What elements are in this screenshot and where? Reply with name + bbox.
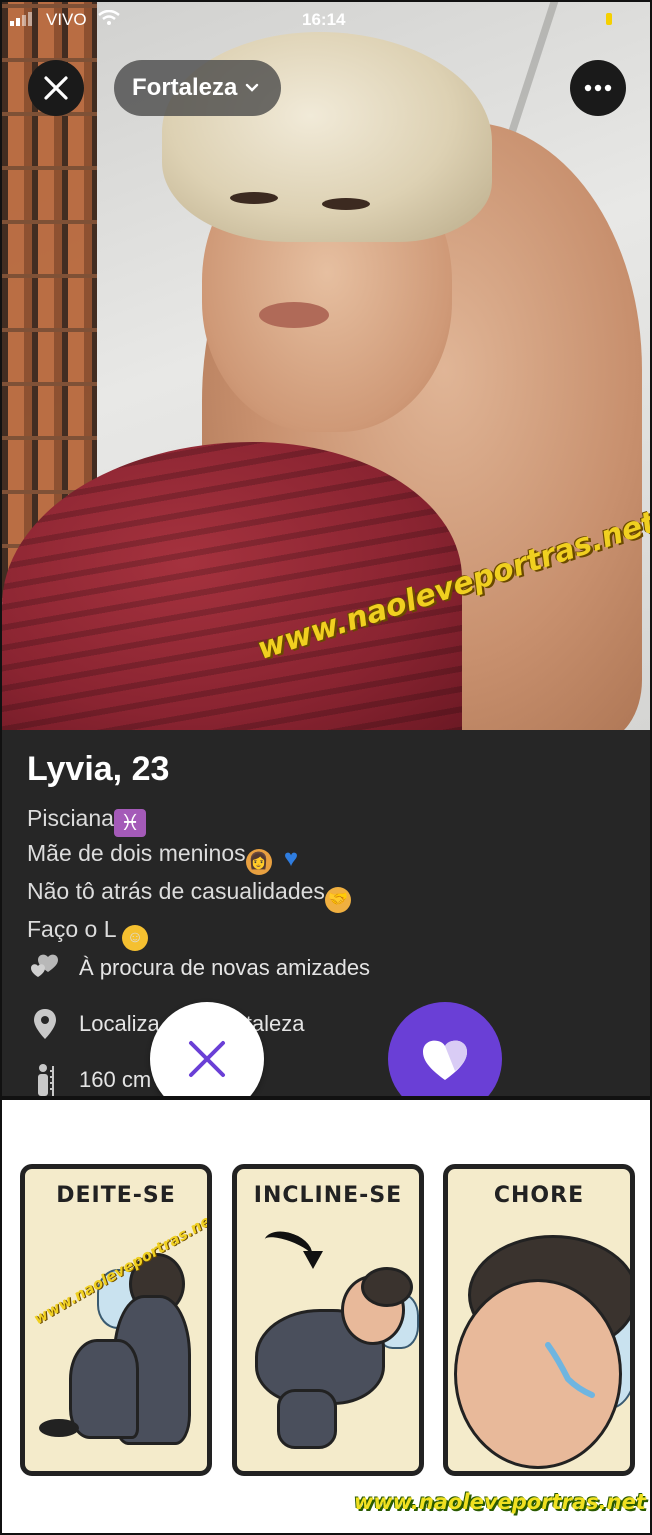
bio-line: Pisciana ♓ xyxy=(27,802,351,837)
more-icon xyxy=(584,84,612,92)
more-options-button[interactable] xyxy=(570,60,626,116)
close-icon xyxy=(44,76,68,100)
wifi-icon xyxy=(98,10,120,25)
height-row: 160 cm xyxy=(27,1062,151,1096)
looking-for-label: À procura de novas amizades xyxy=(79,955,371,980)
carrier-label: VIVO xyxy=(46,10,87,29)
comic-strip: DEITE-SE www.naoleveportras.net INCLINE-… xyxy=(2,1100,650,1533)
dislike-icon xyxy=(189,1041,225,1077)
partying-face-emoji-icon: ☺ xyxy=(122,925,149,951)
like-heart-icon xyxy=(423,1040,467,1080)
looking-for-row: À procura de novas amizades xyxy=(27,950,370,986)
clock: 16:14 xyxy=(302,10,346,29)
hair-illustration xyxy=(361,1267,413,1307)
tears-illustration xyxy=(545,1342,595,1398)
bio-line: Não tô atrás de casualidades 🤝 xyxy=(27,875,351,913)
profile-name-age: Lyvia, 23 xyxy=(27,750,170,788)
location-label: Fortaleza xyxy=(132,74,238,101)
shoe-illustration xyxy=(39,1419,79,1437)
battery-icon xyxy=(606,13,612,25)
legs-illustration xyxy=(69,1339,139,1439)
comic-panel-cry: CHORE xyxy=(443,1164,635,1476)
status-bar: VIVO 16:14 xyxy=(2,2,650,42)
chevron-down-icon xyxy=(246,83,259,92)
hearts-icon xyxy=(27,950,63,986)
profile-bio: Pisciana ♓ Mãe de dois meninos 👩 ♥ Não tô … xyxy=(27,802,351,951)
family-emoji-icon: 👩 xyxy=(245,849,272,875)
location-selector[interactable]: Fortaleza xyxy=(114,60,282,116)
panel-title: INCLINE-SE xyxy=(253,1183,403,1208)
panel-title: DEITE-SE xyxy=(56,1183,176,1208)
photo-eye-left xyxy=(230,192,278,204)
photo-mouth xyxy=(259,302,329,328)
comic-panel-lie-down: DEITE-SE www.naoleveportras.net xyxy=(20,1164,212,1476)
profile-photo[interactable]: www.naoleveportras.net xyxy=(2,2,650,730)
photo-eye-right xyxy=(322,198,370,210)
dating-profile-screen: www.naoleveportras.net VIVO 16:14 Fortal… xyxy=(2,2,650,1096)
handshake-emoji-icon: 🤝 xyxy=(324,887,351,913)
height-label: 160 cm xyxy=(79,1067,152,1092)
close-button[interactable] xyxy=(28,60,84,116)
panel-title: CHORE xyxy=(493,1183,585,1208)
signal-icon xyxy=(10,12,32,26)
profile-info-panel: Lyvia, 23 Pisciana ♓ Mãe de dois meninos 👩… xyxy=(2,730,650,1096)
height-icon xyxy=(27,1062,63,1096)
legs-illustration xyxy=(277,1389,337,1449)
blue-heart-emoji-icon: ♥ xyxy=(283,845,299,872)
bio-line: Mãe de dois meninos 👩 ♥ xyxy=(27,837,351,875)
pisces-emoji-icon: ♓ xyxy=(113,809,146,837)
location-pin-icon xyxy=(27,1006,63,1042)
arrow-head-illustration xyxy=(303,1251,323,1269)
comic-panel-lean: INCLINE-SE xyxy=(232,1164,424,1476)
location-label-left: Localiza xyxy=(79,1011,160,1036)
bio-line: Faço o L ☺ xyxy=(27,913,351,951)
watermark-bottom: www.naoleveportras.net xyxy=(354,1490,646,1514)
